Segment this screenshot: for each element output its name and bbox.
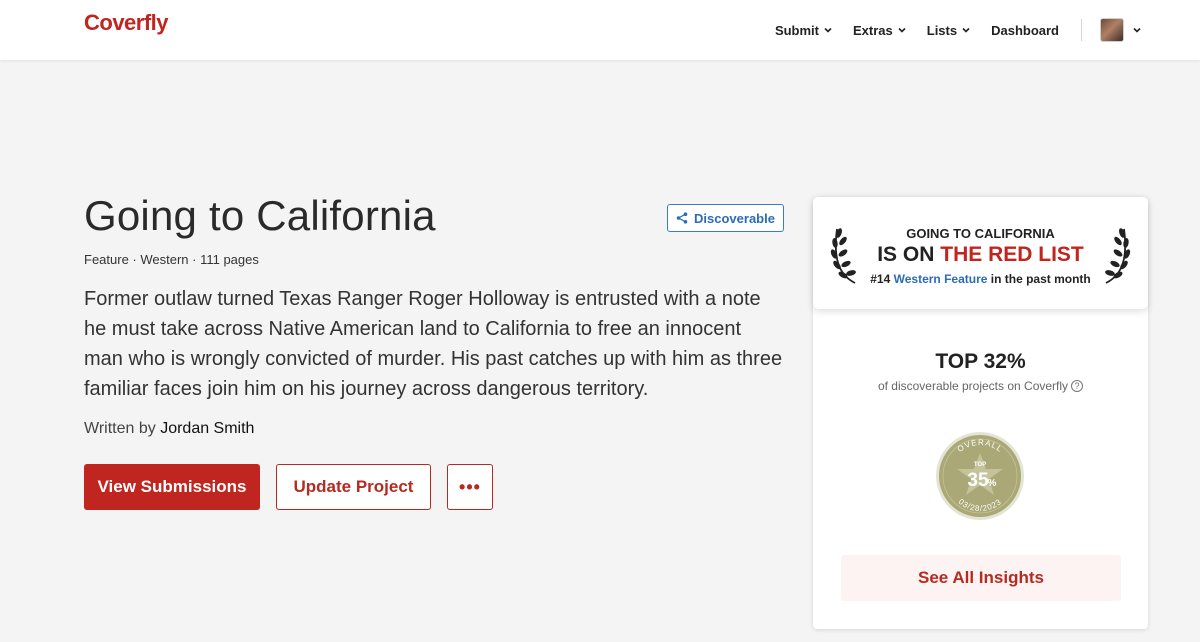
insights-card: GOING TO CALIFORNIA IS ON THE RED LIST #… [813,197,1148,629]
author-name[interactable]: Jordan Smith [160,420,254,437]
nav-submit[interactable]: Submit [775,23,833,38]
top-navbar: Coverfly Submit Extras Lists Dashboard [0,0,1200,60]
red-list-headline: IS ON THE RED LIST [813,243,1148,267]
update-project-button[interactable]: Update Project [276,464,431,510]
badge-top-label: TOP [974,462,986,468]
nav-submit-label: Submit [774,22,819,38]
nav-dashboard[interactable]: Dashboard [991,23,1059,38]
see-all-insights-button[interactable]: See All Insights [841,555,1121,601]
overall-rank-badge: OVERALL TOP 35 % 03/28/2023 [935,431,1025,521]
top-percent-sub-text: of discoverable projects on Coverfly [877,379,1069,393]
badge-graphic: OVERALL TOP 35 % 03/28/2023 [936,432,1024,520]
discoverable-button[interactable]: Discoverable [667,204,784,232]
project-logline: Former outlaw turned Texas Ranger Roger … [84,288,783,400]
nav-dashboard-label: Dashboard [991,22,1059,38]
project-meta: Feature · Western · 111 pages [84,252,259,267]
red-list-rank-number: #14 [870,272,891,286]
red-list-is-on: IS ON [877,243,935,266]
written-by: Written by Jordan Smith [84,420,254,438]
help-icon[interactable]: ? [1071,380,1084,392]
red-list-rank: #14 Western Feature in the past month [813,272,1148,286]
badge-unit: % [988,478,997,489]
red-list-period: in the past month [990,272,1091,286]
nav-lists[interactable]: Lists [927,23,971,38]
discoverable-label: Discoverable [694,210,775,226]
main-nav: Submit Extras Lists Dashboard [755,0,1142,60]
chevron-down-icon [824,27,832,33]
more-options-button[interactable]: ••• [447,464,493,510]
user-menu[interactable] [1100,18,1142,42]
top-percent: TOP 32% [935,350,1026,373]
nav-lists-label: Lists [926,22,958,38]
red-list-banner[interactable]: GOING TO CALIFORNIA IS ON THE RED LIST #… [813,197,1148,309]
nav-divider [1081,19,1082,41]
chevron-down-icon [962,27,970,33]
project-title: Going to California [84,192,436,239]
avatar [1100,18,1124,42]
red-list-name: THE RED LIST [940,243,1084,266]
coverfly-logo[interactable]: Coverfly [84,10,169,36]
red-list-project-name: GOING TO CALIFORNIA [906,226,1055,241]
red-list-category-link[interactable]: Western Feature [894,272,988,286]
share-icon [676,212,688,224]
chevron-down-icon [898,27,906,33]
nav-extras-label: Extras [853,22,893,38]
chevron-down-icon [1133,27,1141,33]
nav-extras[interactable]: Extras [853,23,907,38]
written-by-prefix: Written by [84,420,156,437]
view-submissions-button[interactable]: View Submissions [84,464,260,510]
top-percent-subtitle: of discoverable projects on Coverfly ? [813,379,1148,393]
badge-value: 35 [967,470,989,491]
